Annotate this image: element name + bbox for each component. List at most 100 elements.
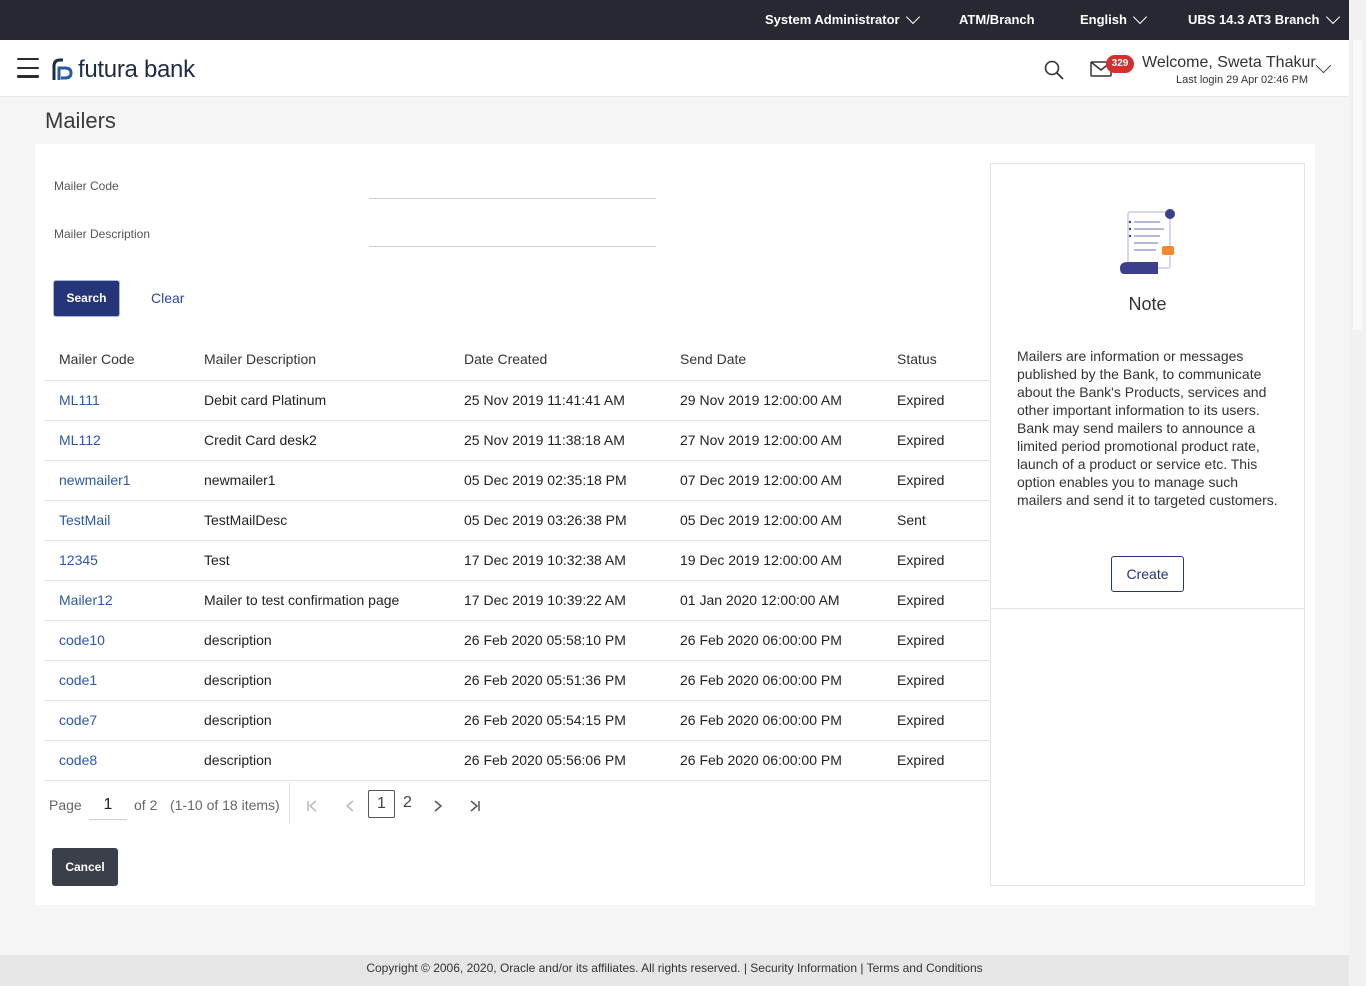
bank-logo[interactable]: futura bank [50,56,195,84]
previous-page-icon[interactable] [345,800,355,812]
mailer-code-link[interactable]: code1 [59,672,97,688]
page-title: Mailers [45,108,116,133]
mailer-description-cell: Credit Card desk2 [204,432,317,448]
page-button-2[interactable]: 2 [394,790,421,818]
page-count-label: of 2 [134,797,158,813]
first-page-icon[interactable] [306,800,318,812]
language-selector[interactable]: English [1080,0,1148,40]
date-created-cell: 05 Dec 2019 03:26:38 PM [464,512,627,528]
note-title: Note [1128,294,1167,314]
chevron-down-icon [905,9,920,25]
mailer-code-link[interactable]: newmailer1 [59,472,131,488]
clear-button[interactable]: Clear [151,290,184,306]
table-row-divider [44,780,989,781]
mailer-description-cell: Debit card Platinum [204,392,327,408]
page-button-1[interactable]: 1 [368,790,395,818]
mailer-description-cell: description [204,752,272,768]
page-number-input[interactable]: 1 [89,792,127,820]
send-date-cell: 26 Feb 2020 06:00:00 PM [680,632,842,648]
status-cell: Expired [897,552,945,568]
menu-icon[interactable] [17,58,39,78]
branch-selector[interactable]: UBS 14.3 AT3 Branch [1188,0,1340,40]
status-cell: Expired [897,592,945,608]
table-row-divider [44,660,989,661]
send-date-cell: 29 Nov 2019 12:00:00 AM [680,392,842,408]
mailer-code-link[interactable]: ML112 [59,432,101,448]
mailer-description-label: Mailer Description [54,227,151,241]
security-information-link[interactable]: Security Information [750,961,857,975]
mailer-code-link[interactable]: ML111 [59,392,100,408]
vertical-scrollbar[interactable] [1349,0,1366,986]
date-created-cell: 05 Dec 2019 02:35:18 PM [464,472,627,488]
terms-and-conditions-link[interactable]: Terms and Conditions [867,961,983,975]
status-cell: Expired [897,472,945,488]
send-date-cell: 26 Feb 2020 06:00:00 PM [680,752,842,768]
search-icon[interactable] [1044,60,1064,80]
column-header-send-date: Send Date [680,351,747,367]
table-row-divider [44,740,989,741]
mailer-code-link[interactable]: code7 [59,712,97,728]
column-header-status: Status [897,351,937,367]
send-date-cell: 26 Feb 2020 06:00:00 PM [680,672,842,688]
send-date-cell: 26 Feb 2020 06:00:00 PM [680,712,842,728]
column-header-mailer-code: Mailer Code [59,351,135,367]
table-row-divider [44,620,989,621]
role-selector[interactable]: System Administrator [765,0,920,40]
search-button[interactable]: Search [53,280,120,317]
cancel-button[interactable]: Cancel [52,848,118,886]
column-header-date-created: Date Created [464,351,548,367]
atm-branch-label: ATM/Branch [959,12,1035,27]
send-date-cell: 19 Dec 2019 12:00:00 AM [680,552,842,568]
branch-label: UBS 14.3 AT3 Branch [1188,12,1320,27]
chevron-down-icon [1325,9,1340,25]
date-created-cell: 17 Dec 2019 10:39:22 AM [464,592,626,608]
table-row-divider [44,460,989,461]
mailer-description-cell: description [204,632,272,648]
mailer-description-cell: newmailer1 [204,472,276,488]
status-cell: Expired [897,632,945,648]
mailer-code-link[interactable]: code8 [59,752,97,768]
mailer-description-input[interactable] [369,246,656,247]
table-row-divider [44,700,989,701]
mailer-code-link[interactable]: TestMail [59,512,110,528]
status-cell: Expired [897,672,945,688]
page-label: Page [49,797,82,813]
date-created-cell: 26 Feb 2020 05:54:15 PM [464,712,626,728]
table-row-divider [44,500,989,501]
mailer-code-input[interactable] [369,198,656,199]
mail-count-badge[interactable]: 329 [1106,55,1134,73]
create-button[interactable]: Create [1111,556,1184,592]
mailer-description-cell: description [204,672,272,688]
table-row-divider [44,540,989,541]
date-created-cell: 26 Feb 2020 05:56:06 PM [464,752,626,768]
language-label: English [1080,12,1127,27]
footer: Copyright © 2006, 2020, Oracle and/or it… [0,955,1349,986]
copyright-text: Copyright © 2006, 2020, Oracle and/or it… [366,961,741,975]
date-created-cell: 26 Feb 2020 05:58:10 PM [464,632,626,648]
top-bar: System Administrator ATM/Branch English … [0,0,1349,40]
date-created-cell: 26 Feb 2020 05:51:36 PM [464,672,626,688]
mailer-description-cell: TestMailDesc [204,512,288,528]
mailer-code-link[interactable]: 12345 [59,552,98,568]
send-date-cell: 01 Jan 2020 12:00:00 AM [680,592,840,608]
next-page-icon[interactable] [433,800,443,812]
pagination-divider [289,783,290,824]
mailer-code-link[interactable]: code10 [59,632,105,648]
mailer-code-link[interactable]: Mailer12 [59,592,113,608]
last-page-icon[interactable] [469,800,481,812]
send-date-cell: 05 Dec 2019 12:00:00 AM [680,512,842,528]
date-created-cell: 25 Nov 2019 11:38:18 AM [464,432,625,448]
status-cell: Expired [897,392,945,408]
scrollbar-thumb[interactable] [1353,40,1362,330]
table-row-divider [44,420,989,421]
date-created-cell: 25 Nov 2019 11:41:41 AM [464,392,625,408]
status-cell: Expired [897,752,945,768]
mailer-description-cell: description [204,712,272,728]
date-created-cell: 17 Dec 2019 10:32:38 AM [464,552,626,568]
atm-branch-link[interactable]: ATM/Branch [959,0,1035,40]
mailer-description-cell: Test [204,552,230,568]
items-count-label: (1-10 of 18 items) [170,797,280,813]
last-login-text: Last login 29 Apr 02:46 PM [1176,74,1309,86]
logo-icon [52,58,73,80]
table-row-divider [44,380,989,381]
